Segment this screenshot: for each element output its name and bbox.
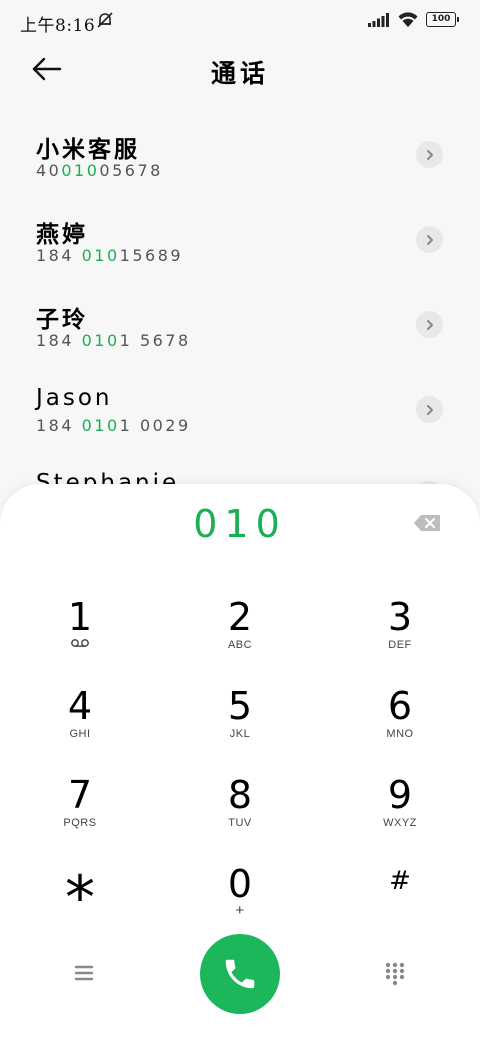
signal-icon — [368, 12, 389, 27]
key-digit: # — [389, 866, 411, 896]
status-icons: 100 — [368, 12, 459, 27]
key-5[interactable]: 5 JKL — [180, 686, 300, 766]
contact-detail-button[interactable] — [416, 311, 443, 338]
dialpad-grid-icon[interactable] — [384, 962, 406, 986]
key-1[interactable]: 1 — [20, 597, 140, 677]
chevron-right-icon — [426, 404, 433, 415]
contact-row[interactable]: 小米客服 4001005678 — [0, 112, 480, 197]
contact-number: 4001005678 — [36, 161, 163, 180]
voicemail-icon — [71, 639, 89, 647]
key-letters: GHI — [69, 728, 91, 740]
contact-detail-button[interactable] — [416, 226, 443, 253]
key-digit: 7 — [67, 773, 93, 817]
contact-row[interactable]: Jason 184 0101 0029 — [0, 367, 480, 452]
contact-name: Jason — [36, 385, 113, 411]
contact-row[interactable]: 子玲 184 0101 5678 — [0, 282, 480, 367]
key-6[interactable]: 6 MNO — [340, 686, 460, 766]
key-digit: 3 — [387, 595, 413, 639]
key-2[interactable]: 2 ABC — [180, 597, 300, 677]
contact-detail-button[interactable] — [416, 141, 443, 168]
chevron-right-icon — [426, 149, 433, 160]
call-button[interactable] — [200, 934, 280, 1014]
dialpad-sheet: 010 1 2 ABC 3 DEF 4 GHI 5 JKL 6 MNO 7 PQ… — [0, 484, 480, 1040]
contact-list: 小米客服 4001005678 燕婷 184 01015689 子玲 184 0… — [0, 112, 480, 537]
key-3[interactable]: 3 DEF — [340, 597, 460, 677]
contact-detail-button[interactable] — [416, 396, 443, 423]
contact-name: 子玲 — [36, 306, 88, 333]
key-letters: JKL — [229, 728, 251, 740]
contact-number: 184 0101 0029 — [36, 416, 191, 435]
wifi-icon — [398, 12, 418, 27]
page-title: 通话 — [210, 59, 269, 88]
key-hash[interactable]: # — [340, 864, 460, 944]
key-letters: PQRS — [63, 817, 97, 829]
key-digit: 2 — [227, 595, 253, 639]
header: 通话 — [0, 40, 480, 100]
key-digit: 6 — [387, 684, 413, 728]
key-letters: DEF — [388, 639, 412, 651]
key-digit: 4 — [67, 684, 93, 728]
key-digit: 1 — [67, 595, 93, 639]
status-bar: 上午8:16 100 — [0, 0, 480, 40]
status-time: 上午8:16 — [20, 16, 96, 36]
key-letters: TUV — [228, 817, 252, 829]
key-digit: 5 — [227, 684, 253, 728]
backspace-icon[interactable] — [413, 514, 441, 532]
contact-number: 184 01015689 — [36, 246, 184, 265]
chevron-right-icon — [426, 319, 433, 330]
key-star[interactable]: * — [20, 864, 140, 944]
key-letters: ABC — [227, 639, 253, 651]
key-digit: 9 — [387, 773, 413, 817]
key-letters: MNO — [386, 728, 414, 740]
contact-row[interactable]: 燕婷 184 01015689 — [0, 197, 480, 282]
key-digit: * — [65, 863, 95, 933]
key-digit: 8 — [227, 773, 253, 817]
phone-icon — [225, 959, 255, 989]
key-0[interactable]: 0 + — [180, 864, 300, 944]
key-9[interactable]: 9 WXYZ — [340, 775, 460, 855]
key-7[interactable]: 7 PQRS — [20, 775, 140, 855]
contact-number: 184 0101 5678 — [36, 331, 191, 350]
hamburger-menu-icon[interactable] — [72, 962, 96, 984]
mute-bell-icon — [97, 12, 113, 28]
key-4[interactable]: 4 GHI — [20, 686, 140, 766]
key-letters: WXYZ — [383, 817, 417, 829]
key-digit: 0 — [227, 862, 253, 906]
contact-name: 小米客服 — [36, 136, 140, 163]
dialed-number[interactable]: 010 — [0, 502, 480, 546]
key-8[interactable]: 8 TUV — [180, 775, 300, 855]
battery-icon: 100 — [426, 12, 459, 27]
key-letters: + — [235, 902, 245, 919]
chevron-right-icon — [426, 234, 433, 245]
contact-name: 燕婷 — [36, 221, 88, 248]
